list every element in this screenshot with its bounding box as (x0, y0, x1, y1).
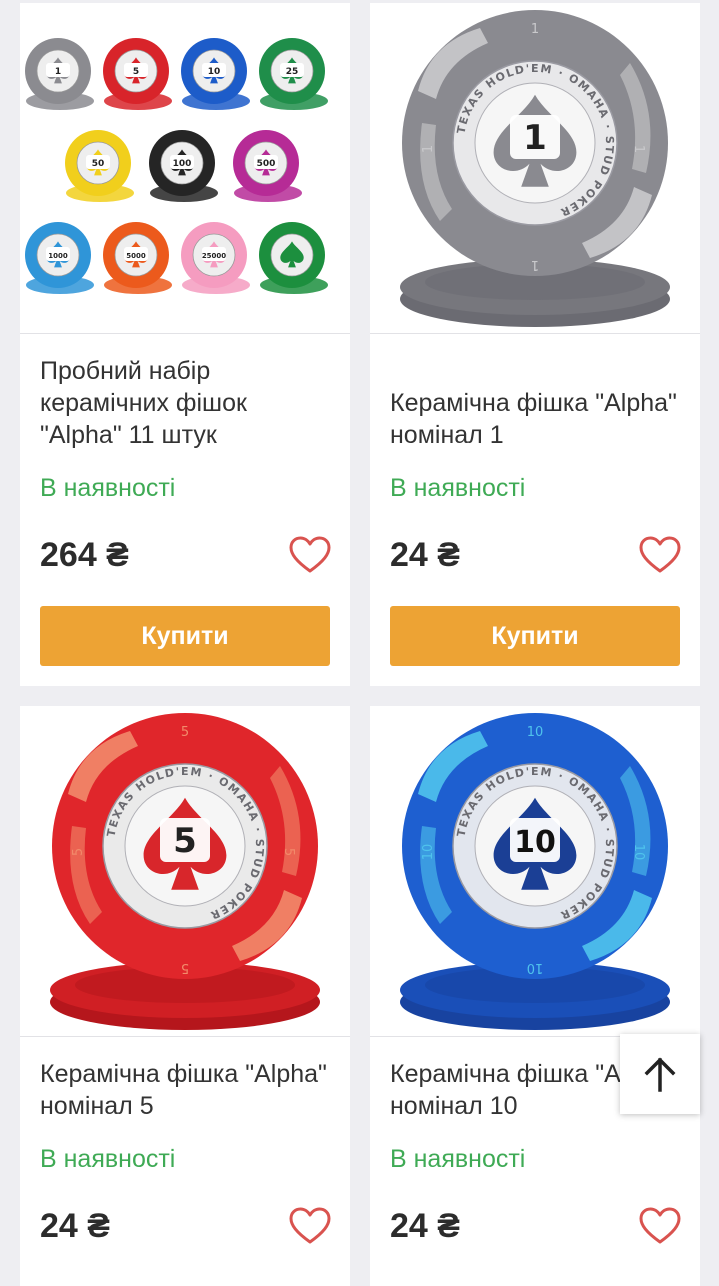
svg-text:5: 5 (181, 725, 189, 740)
svg-text:10: 10 (514, 825, 556, 860)
heart-outline-icon (289, 536, 331, 573)
product-price: 24 ₴ (40, 1207, 110, 1245)
favorite-button[interactable] (638, 1206, 682, 1246)
svg-text:5: 5 (173, 821, 197, 861)
heart-outline-icon (289, 1207, 331, 1244)
product-price: 264 ₴ (40, 536, 129, 574)
svg-text:1: 1 (631, 145, 646, 153)
svg-text:1: 1 (523, 118, 547, 158)
svg-text:25000: 25000 (202, 252, 226, 260)
favorite-button[interactable] (638, 535, 682, 575)
svg-text:1: 1 (55, 67, 61, 77)
svg-text:500: 500 (257, 159, 276, 169)
stock-status: В наявності (390, 1145, 526, 1173)
product-grid: 1 5 10 25 50 100 500 1000 5000 25000 Пробний набі… (0, 0, 719, 1286)
arrow-up-icon (644, 1057, 676, 1092)
svg-text:10: 10 (208, 67, 221, 77)
svg-text:100: 100 (173, 159, 192, 169)
product-price: 24 ₴ (390, 1207, 460, 1245)
stock-status: В наявності (40, 1145, 176, 1173)
red-chip-image: TEXAS HOLD'EM · OMAHA · STUD POKER55555 (50, 713, 320, 1030)
product-image[interactable]: 1 5 10 25 50 100 500 1000 5000 25000 (20, 3, 350, 334)
product-card-chip-10[interactable]: TEXAS HOLD'EM · OMAHA · STUD POKER 10 10 10… (370, 706, 700, 1286)
product-title[interactable]: Пробний набір керамічних фішок "Alpha" 1… (40, 355, 330, 451)
product-price: 24 ₴ (390, 536, 460, 574)
scroll-to-top-button[interactable] (620, 1034, 700, 1114)
svg-text:5: 5 (181, 960, 189, 975)
favorite-button[interactable] (288, 535, 332, 575)
product-card-chip-set[interactable]: 1 5 10 25 50 100 500 1000 5000 25000 Пробний набі… (20, 3, 350, 686)
svg-text:1: 1 (531, 22, 539, 37)
svg-text:5: 5 (71, 848, 86, 856)
svg-text:1: 1 (421, 145, 436, 153)
blue-chip-image: TEXAS HOLD'EM · OMAHA · STUD POKER101010… (400, 713, 670, 1030)
buy-button[interactable]: Купити (390, 606, 680, 666)
product-title[interactable]: Керамічна фішка "Alpha" номінал 1 (390, 387, 680, 451)
favorite-button[interactable] (288, 1206, 332, 1246)
product-image[interactable]: TEXAS HOLD'EM · OMAHA · STUD POKER 1 1 1 1 1 (370, 3, 700, 334)
product-title[interactable]: Керамічна фішка "Alpha" номінал 5 (40, 1058, 330, 1122)
svg-text:10: 10 (421, 844, 436, 861)
product-card-chip-5[interactable]: TEXAS HOLD'EM · OMAHA · STUD POKER 5 5 5 5 5 … (20, 706, 350, 1286)
heart-outline-icon (639, 1207, 681, 1244)
chip-set-image: 1 5 10 25 50 100 500 1000 5000 25000 (25, 38, 328, 294)
stock-status: В наявності (40, 474, 176, 502)
svg-text:5: 5 (133, 67, 139, 77)
svg-text:10: 10 (527, 960, 544, 975)
svg-text:10: 10 (631, 844, 646, 861)
buy-button[interactable]: Купити (40, 606, 330, 666)
svg-text:25: 25 (286, 67, 299, 77)
svg-text:5: 5 (281, 848, 296, 856)
svg-text:10: 10 (527, 725, 544, 740)
product-card-chip-1[interactable]: TEXAS HOLD'EM · OMAHA · STUD POKER 1 1 1 1 1 … (370, 3, 700, 686)
svg-text:1: 1 (531, 257, 539, 272)
svg-text:5000: 5000 (126, 252, 146, 260)
product-image[interactable]: TEXAS HOLD'EM · OMAHA · STUD POKER 10 10 10… (370, 706, 700, 1037)
svg-text:50: 50 (92, 159, 105, 169)
svg-text:1000: 1000 (48, 252, 68, 260)
grey-chip-image: TEXAS HOLD'EM · OMAHA · STUD POKER11111 (400, 10, 670, 327)
product-image[interactable]: TEXAS HOLD'EM · OMAHA · STUD POKER 5 5 5 5 5 (20, 706, 350, 1037)
heart-outline-icon (639, 536, 681, 573)
stock-status: В наявності (390, 474, 526, 502)
